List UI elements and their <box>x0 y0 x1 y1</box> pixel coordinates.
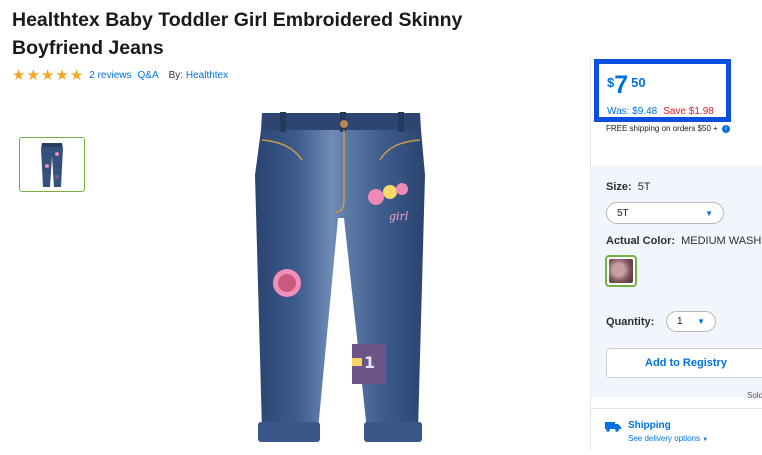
size-label-row: Size: 5T <box>606 181 651 193</box>
star-icon: ★ <box>55 67 69 84</box>
product-title: Healthtex Baby Toddler Girl Embroidered … <box>12 9 463 59</box>
price-currency: $ <box>607 75 615 90</box>
color-label-row: Actual Color: MEDIUM WASH <box>606 235 761 247</box>
chevron-down-icon: ▼ <box>702 437 709 443</box>
svg-text:girl: girl <box>389 210 409 223</box>
star-icon: ★ <box>69 67 84 84</box>
size-label: Size: <box>606 181 632 193</box>
star-icon: ★ <box>12 67 26 84</box>
svg-text:1: 1 <box>364 353 375 372</box>
color-label: Actual Color: <box>606 235 676 247</box>
free-shipping-note: FREE shipping on orders $50 + i <box>606 124 731 133</box>
swatch-image <box>609 259 633 283</box>
add-to-registry-button[interactable]: Add to Registry <box>606 348 762 378</box>
jeans-image: girl 1 <box>255 112 425 442</box>
by-label: By: <box>168 70 184 81</box>
shipping-row: Shipping See delivery options ▼ <box>605 420 708 443</box>
jeans-thumbnail-image <box>41 142 63 187</box>
truck-icon <box>605 422 621 432</box>
price-comparison: Was: $9.48 Save $1.98 <box>607 106 714 117</box>
brand-link[interactable]: Healthtex <box>186 70 228 81</box>
save-amount: Save $1.98 <box>663 106 714 117</box>
price-dollars: 7 <box>614 71 629 99</box>
rating-row: ★ ★ ★ ★ ★ 2 reviews Q&A By: Healthtex <box>12 68 228 83</box>
quantity-select[interactable]: 1 ▼ <box>666 311 716 332</box>
product-image[interactable]: girl 1 <box>240 100 440 450</box>
chevron-down-icon: ▼ <box>705 208 713 218</box>
was-price: Was: $9.48 <box>607 106 658 117</box>
price-cents: 50 <box>631 75 646 90</box>
delivery-options-link[interactable]: See delivery options ▼ <box>628 434 708 443</box>
star-icon: ★ <box>26 67 40 84</box>
qa-link[interactable]: Q&A <box>138 70 159 81</box>
product-thumbnail[interactable] <box>19 137 85 192</box>
size-value: 5T <box>637 181 651 193</box>
delivery-options-text: See delivery options <box>628 434 701 443</box>
current-price: $7 50 <box>607 73 646 98</box>
color-value: MEDIUM WASH <box>681 235 762 247</box>
info-icon[interactable]: i <box>722 124 731 133</box>
reviews-link[interactable]: 2 reviews <box>89 70 131 81</box>
free-shipping-text: FREE shipping on orders $50 + <box>606 124 718 133</box>
chevron-down-icon: ▼ <box>697 317 705 326</box>
size-select-value: 5T <box>617 207 629 219</box>
size-select[interactable]: 5T ▼ <box>606 202 724 224</box>
sold-by-text: Sold <box>747 391 762 400</box>
star-rating[interactable]: ★ ★ ★ ★ ★ <box>12 68 83 83</box>
shipping-title[interactable]: Shipping <box>628 420 708 431</box>
quantity-label: Quantity: <box>606 316 655 328</box>
star-icon: ★ <box>40 67 55 84</box>
quantity-value: 1 <box>677 316 683 327</box>
price-box: $7 50 Was: $9.48 Save $1.98 <box>594 59 731 122</box>
color-swatch[interactable] <box>605 255 637 287</box>
brand-byline: By: Healthtex <box>169 70 228 81</box>
divider <box>591 408 762 409</box>
